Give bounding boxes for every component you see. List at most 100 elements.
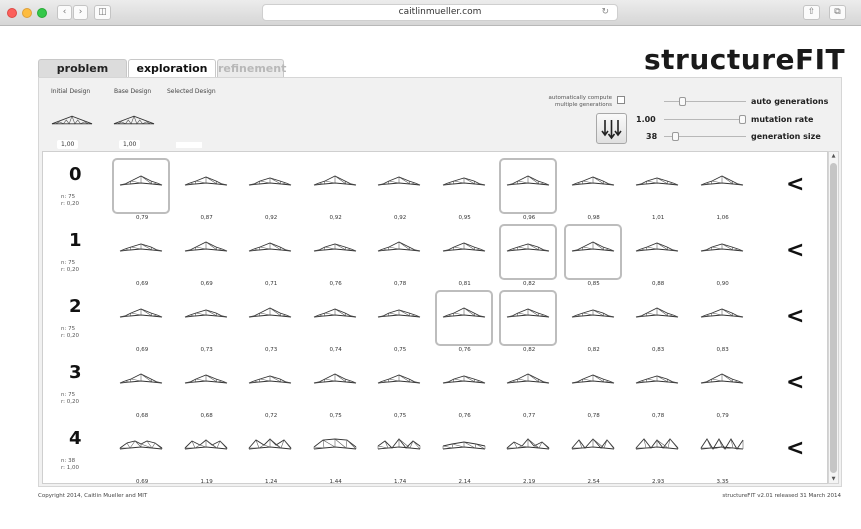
design-cell[interactable]: 0,73 (241, 290, 299, 354)
truss-design-icon (377, 241, 421, 252)
truss-design-icon (377, 374, 421, 384)
design-cell[interactable]: 0,88 (628, 224, 686, 288)
design-cell[interactable]: 0,71 (241, 224, 299, 288)
design-cell[interactable]: 1,44 (306, 422, 364, 483)
design-cell[interactable]: 0,68 (112, 356, 170, 420)
design-cell[interactable]: 0,77 (499, 356, 557, 420)
truss-design-icon (248, 438, 292, 450)
design-cell[interactable]: 0,78 (564, 356, 622, 420)
design-cell[interactable]: 0,75 (370, 356, 428, 420)
design-cell[interactable]: 0,92 (241, 158, 299, 222)
truss-design-icon (700, 373, 743, 384)
design-cell[interactable]: 0,83 (693, 290, 751, 354)
address-bar[interactable]: caitlinmueller.com ↻ (262, 4, 618, 21)
minimize-window-button[interactable] (22, 8, 32, 18)
design-cell[interactable]: 0,78 (628, 356, 686, 420)
truss-design-icon (635, 177, 679, 186)
design-cell[interactable]: 0,81 (435, 224, 493, 288)
design-cell[interactable]: 0,87 (177, 158, 235, 222)
revert-generation-button[interactable]: < (786, 370, 804, 395)
generate-button[interactable] (596, 113, 627, 144)
design-cell[interactable]: 0,74 (306, 290, 364, 354)
generation-size-param: n: 75 (61, 260, 76, 266)
auto-generations-label: auto generations (751, 97, 829, 106)
design-cell[interactable]: 1,24 (241, 422, 299, 483)
mutation-rate-param: r: 0,20 (61, 201, 80, 207)
scroll-thumb[interactable] (830, 163, 837, 473)
forward-button[interactable]: › (73, 5, 88, 20)
design-cell[interactable]: 0,82 (564, 290, 622, 354)
tab-problem-setup[interactable]: problem setup (38, 59, 127, 93)
scroll-up-icon[interactable]: ▲ (829, 153, 838, 159)
design-cell[interactable]: 1,19 (177, 422, 235, 483)
truss-design-icon (635, 438, 679, 450)
scroll-down-icon[interactable]: ▼ (829, 476, 838, 482)
design-cell[interactable]: 3,35 (693, 422, 751, 483)
truss-design-icon (442, 441, 485, 450)
design-cell[interactable]: 0,95 (435, 158, 493, 222)
design-cell[interactable]: 0,92 (306, 158, 364, 222)
design-cell[interactable]: 0,72 (241, 356, 299, 420)
mutation-rate-track[interactable] (664, 119, 746, 120)
sidebar-button[interactable]: ◫ (94, 5, 111, 20)
generation-size-knob[interactable] (671, 132, 679, 141)
design-score: 2,14 (456, 478, 473, 484)
back-button[interactable]: ‹ (57, 5, 72, 20)
design-cell[interactable]: 0,76 (306, 224, 364, 288)
tabs-overview-button[interactable]: ⧉ (829, 5, 846, 20)
design-cell[interactable]: 0,79 (693, 356, 751, 420)
design-cell[interactable]: 0,69 (177, 224, 235, 288)
revert-generation-button[interactable]: < (786, 304, 804, 329)
design-cell[interactable]: 0,90 (693, 224, 751, 288)
generation-size-param: n: 75 (61, 326, 76, 332)
zoom-window-button[interactable] (37, 8, 47, 18)
truss-design-icon (377, 309, 421, 318)
design-cell[interactable]: 0,78 (370, 224, 428, 288)
mutation-rate-knob[interactable] (739, 115, 746, 124)
design-cell[interactable]: 0,68 (177, 356, 235, 420)
generation-number: 2 (69, 296, 82, 317)
revert-generation-button[interactable]: < (786, 172, 804, 197)
truss-design-icon (700, 175, 743, 186)
auto-compute-checkbox[interactable] (617, 96, 625, 104)
tab-exploration[interactable]: exploration (128, 59, 216, 78)
grid-scrollbar[interactable]: ▲ ▼ (828, 151, 839, 484)
design-cell[interactable]: 0,69 (112, 290, 170, 354)
tab-refinement[interactable]: refinement (217, 59, 286, 77)
truss-design-icon (700, 438, 743, 450)
reload-icon[interactable]: ↻ (601, 5, 609, 20)
design-cell[interactable]: 0,73 (177, 290, 235, 354)
truss-design-icon (635, 242, 679, 252)
design-cell[interactable]: 0,98 (564, 158, 622, 222)
design-cell[interactable]: 0,83 (628, 290, 686, 354)
design-cell[interactable]: 0,69 (112, 224, 170, 288)
design-cell[interactable]: 2,93 (628, 422, 686, 483)
design-score: 0,75 (392, 412, 409, 420)
auto-generations-track[interactable] (664, 101, 746, 102)
auto-generations-knob[interactable] (679, 97, 686, 106)
design-cell[interactable]: 2,14 (435, 422, 493, 483)
design-cell[interactable]: 0,75 (370, 290, 428, 354)
design-cell[interactable]: 0,75 (306, 356, 364, 420)
design-score: 0,76 (456, 412, 473, 420)
design-cell[interactable]: 0,92 (370, 158, 428, 222)
revert-generation-button[interactable]: < (786, 436, 804, 461)
design-score: 0,69 (134, 280, 151, 288)
browser-toolbar: ‹ › ◫ caitlinmueller.com ↻ ⇧ ⧉ (0, 0, 861, 26)
revert-generation-button[interactable]: < (786, 238, 804, 263)
initial-design-thumbnail[interactable] (51, 114, 93, 126)
truss-design-icon (248, 177, 292, 186)
design-cell[interactable]: 2,19 (499, 422, 557, 483)
design-cell[interactable]: 1,74 (370, 422, 428, 483)
share-button[interactable]: ⇧ (803, 5, 820, 20)
base-design-thumbnail[interactable] (113, 114, 155, 126)
design-cell[interactable]: 0,69 (112, 422, 170, 483)
app-title: structureFIT (644, 43, 846, 76)
design-cell[interactable]: 1,06 (693, 158, 751, 222)
design-score: 3,35 (714, 478, 731, 484)
design-cell[interactable]: 2,54 (564, 422, 622, 483)
design-cell[interactable]: 0,76 (435, 356, 493, 420)
close-window-button[interactable] (7, 8, 17, 18)
design-score: 0,81 (456, 280, 473, 288)
design-cell[interactable]: 1,01 (628, 158, 686, 222)
